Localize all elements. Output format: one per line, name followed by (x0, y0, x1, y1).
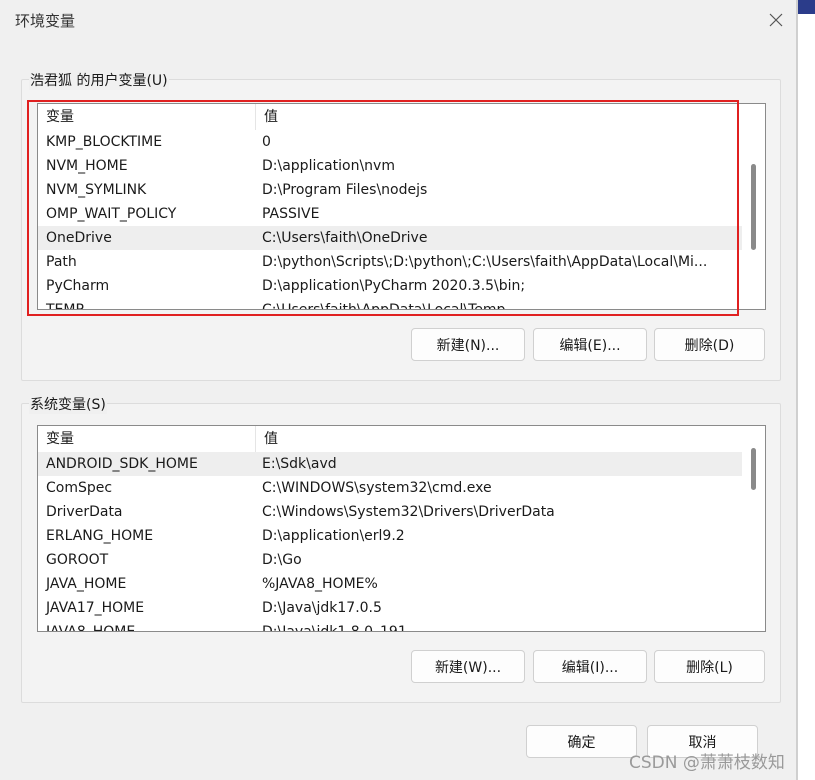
column-header-value[interactable]: 值 (256, 104, 742, 130)
variable-name-cell: ComSpec (46, 480, 113, 496)
table-row[interactable]: KMP_BLOCKTIME 0 (38, 130, 742, 154)
variable-value-cell: C:\WINDOWS\system32\cmd.exe (262, 480, 492, 496)
variable-name-cell: OneDrive (46, 230, 112, 246)
variable-value-cell: E:\Sdk\avd (262, 456, 337, 472)
user-delete-button[interactable]: 删除(D) (654, 328, 765, 361)
table-row[interactable]: OMP_WAIT_POLICY PASSIVE (38, 202, 742, 226)
watermark: CSDN @萧萧枝数知 (629, 753, 785, 773)
table-row[interactable]: JAVA_HOME %JAVA8_HOME% (38, 572, 742, 596)
system-edit-button[interactable]: 编辑(I)... (533, 650, 647, 683)
table-row[interactable]: TEMPC:\Users\faith\AppData\Local\Temp (38, 298, 742, 309)
table-row[interactable]: ANDROID_SDK_HOME E:\Sdk\avd (38, 452, 742, 476)
variable-name-cell: JAVA17_HOME (46, 600, 145, 616)
list-header: 变量 值 (38, 426, 742, 452)
variable-value-cell: C:\Users\faith\OneDrive (262, 230, 428, 246)
variable-value-cell: C:\Windows\System32\Drivers\DriverData (262, 504, 555, 520)
title-bar: 环境变量 (0, 0, 797, 40)
variable-name-cell: OMP_WAIT_POLICY (46, 206, 177, 222)
column-header-variable[interactable]: 变量 (38, 104, 256, 130)
table-row[interactable]: Path D:\python\Scripts\;D:\python\;C:\Use… (38, 250, 742, 274)
vertical-scrollbar[interactable] (742, 426, 765, 631)
variable-name-cell: ANDROID_SDK_HOME (46, 456, 198, 472)
variable-value-cell: D:\application\erl9.2 (262, 528, 405, 544)
background-window-strip (798, 0, 815, 14)
variable-name-cell: PyCharm (46, 278, 110, 294)
system-new-button[interactable]: 新建(W)... (411, 650, 525, 683)
table-row[interactable]: JAVA8_HOMED:\Java\jdk1.8.0_191 (38, 620, 742, 631)
list-rows: ANDROID_SDK_HOME E:\Sdk\avd ComSpec C:\WIND… (38, 452, 742, 631)
user-variables-label: 浩君狐 的用户变量(U) (29, 70, 169, 90)
variable-value-cell: D:\application\nvm (262, 158, 395, 174)
variable-name-cell: TEMP (38, 298, 256, 309)
close-icon (769, 13, 783, 27)
variable-name-cell: JAVA_HOME (46, 576, 127, 592)
scrollbar-thumb[interactable] (751, 448, 756, 490)
variable-value-cell: PASSIVE (262, 206, 320, 222)
table-row[interactable]: ERLANG_HOME D:\application\erl9.2 (38, 524, 742, 548)
system-delete-button[interactable]: 删除(L) (654, 650, 765, 683)
dialog-title: 环境变量 (15, 12, 76, 30)
close-button[interactable] (762, 6, 790, 34)
system-variables-list[interactable]: 变量 值 ANDROID_SDK_HOME E:\Sdk\avd ComSpec C:… (37, 425, 766, 632)
table-row[interactable]: GOROOT D:\Go (38, 548, 742, 572)
variable-name-cell: JAVA8_HOME (38, 620, 256, 631)
table-row[interactable]: JAVA17_HOME D:\Java\jdk17.0.5 (38, 596, 742, 620)
environment-variables-dialog: 环境变量 浩君狐 的用户变量(U) 变量 值 KMP_BLOCKTIME 0 NVM… (0, 0, 797, 780)
variable-name-cell: NVM_SYMLINK (46, 182, 147, 198)
variable-name-cell: DriverData (46, 504, 123, 520)
table-row[interactable]: ComSpec C:\WINDOWS\system32\cmd.exe (38, 476, 742, 500)
variable-value-cell: D:\Java\jdk17.0.5 (262, 600, 382, 616)
table-row[interactable]: PyCharm D:\application\PyCharm 2020.3.5\b… (38, 274, 742, 298)
user-new-button[interactable]: 新建(N)... (411, 328, 525, 361)
variable-name-cell: Path (46, 254, 77, 270)
column-header-variable[interactable]: 变量 (38, 426, 256, 452)
column-header-value[interactable]: 值 (256, 426, 742, 452)
system-variables-label: 系统变量(S) (29, 394, 107, 414)
table-row[interactable]: NVM_SYMLINK D:\Program Files\nodejs (38, 178, 742, 202)
list-header: 变量 值 (38, 104, 742, 130)
table-row[interactable]: OneDrive C:\Users\faith\OneDrive (38, 226, 742, 250)
scrollbar-thumb[interactable] (751, 164, 756, 250)
vertical-scrollbar[interactable] (742, 104, 765, 309)
variable-value-cell: D:\Java\jdk1.8.0_191 (256, 620, 742, 631)
table-row[interactable]: DriverData C:\Windows\System32\Drivers\Dr… (38, 500, 742, 524)
variable-value-cell: C:\Users\faith\AppData\Local\Temp (256, 298, 742, 309)
background-window (797, 0, 815, 780)
variable-value-cell: D:\application\PyCharm 2020.3.5\bin; (262, 278, 526, 294)
variable-name-cell: KMP_BLOCKTIME (46, 134, 163, 150)
variable-name-cell: ERLANG_HOME (46, 528, 154, 544)
variable-name-cell: NVM_HOME (46, 158, 128, 174)
user-edit-button[interactable]: 编辑(E)... (533, 328, 647, 361)
table-row[interactable]: NVM_HOME D:\application\nvm (38, 154, 742, 178)
user-variables-list[interactable]: 变量 值 KMP_BLOCKTIME 0 NVM_HOME D:\applicatio… (37, 103, 766, 310)
variable-value-cell: D:\Program Files\nodejs (262, 182, 428, 198)
variable-name-cell: GOROOT (46, 552, 109, 568)
list-rows: KMP_BLOCKTIME 0 NVM_HOME D:\application\nvm… (38, 130, 742, 309)
variable-value-cell: %JAVA8_HOME% (262, 576, 378, 592)
variable-value-cell: 0 (262, 134, 271, 150)
variable-value-cell: D:\Go (262, 552, 302, 568)
variable-value-cell: D:\python\Scripts\;D:\python\;C:\Users\f… (262, 254, 708, 270)
ok-button[interactable]: 确定 (526, 725, 637, 758)
